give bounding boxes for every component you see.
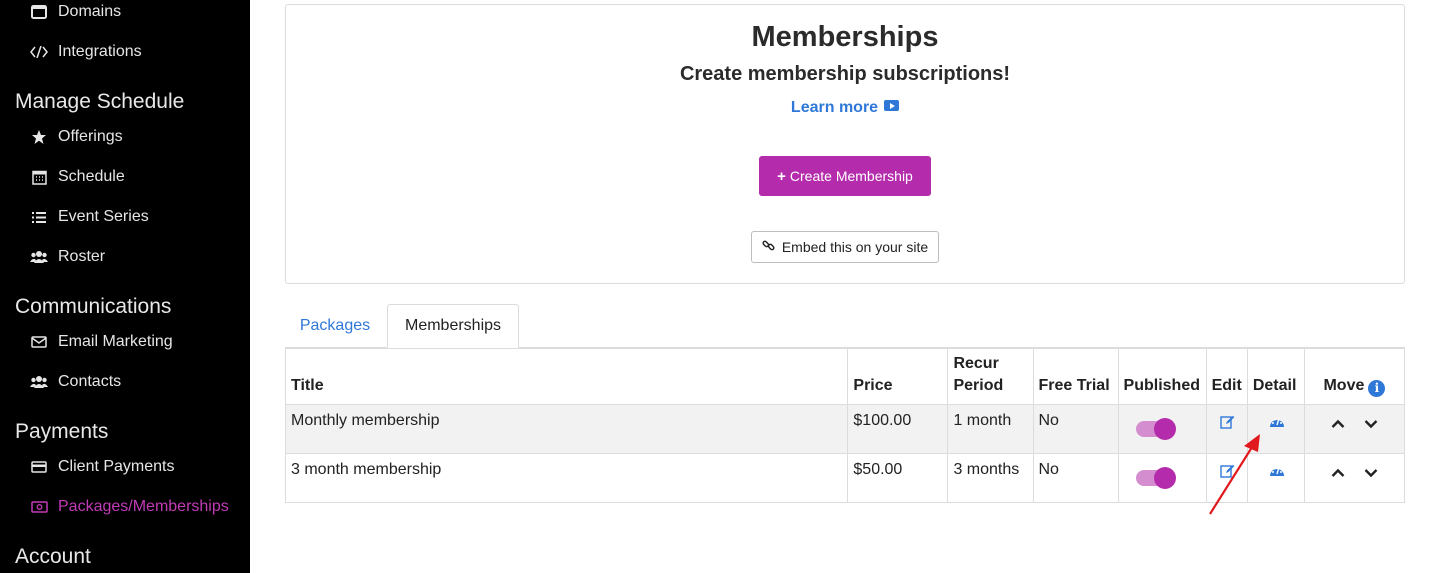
table-header-row: Title Price Recur Period Free Trial Publi… xyxy=(284,348,1406,405)
dashboard-icon[interactable] xyxy=(1269,415,1285,433)
cell-price: $100.00 xyxy=(847,404,949,454)
cell-free-trial: No xyxy=(1032,404,1119,454)
sidebar-item-label: Domains xyxy=(58,3,122,20)
list-icon xyxy=(30,208,48,226)
column-header-recur-period: Recur Period xyxy=(947,348,1034,405)
embed-label: Embed this on your site xyxy=(781,239,929,255)
column-header-detail: Detail xyxy=(1246,348,1305,405)
sidebar-item-event-series[interactable]: Event Series xyxy=(30,205,149,229)
cell-move xyxy=(1303,404,1406,454)
sidebar-item-label: Roster xyxy=(58,248,106,265)
table-row: Monthly membership $100.00 1 month No xyxy=(284,404,1406,454)
cell-price: $50.00 xyxy=(847,453,949,503)
column-header-title: Title xyxy=(284,348,849,405)
sidebar-item-label: Email Marketing xyxy=(58,333,173,350)
column-header-published: Published xyxy=(1117,348,1207,405)
recur-label: Recur xyxy=(953,355,999,372)
sidebar-item-contacts[interactable]: Contacts xyxy=(30,370,121,394)
page-subtitle: Create membership subscriptions! xyxy=(679,63,1011,85)
sidebar-item-client-payments[interactable]: Client Payments xyxy=(30,455,175,479)
cell-recur: 1 month xyxy=(947,404,1034,454)
learn-more-link[interactable]: Learn more xyxy=(286,99,1404,117)
tab-memberships[interactable]: Memberships xyxy=(387,304,519,348)
dashboard-icon[interactable] xyxy=(1269,464,1285,482)
calendar-icon xyxy=(30,168,48,186)
users-icon xyxy=(30,373,48,391)
cell-published xyxy=(1117,453,1207,503)
link-icon xyxy=(762,239,775,255)
video-play-icon[interactable] xyxy=(884,100,900,112)
star-icon xyxy=(30,128,48,146)
section-manage-schedule: Manage Schedule xyxy=(15,90,185,113)
cell-published xyxy=(1117,404,1207,454)
window-icon xyxy=(30,3,48,21)
sidebar-item-packages-memberships[interactable]: Packages/Memberships xyxy=(30,495,229,519)
period-label: Period xyxy=(953,377,1004,394)
money-bill-icon xyxy=(30,498,48,516)
cell-edit xyxy=(1205,404,1248,454)
toggle-knob xyxy=(1153,418,1176,440)
cell-detail xyxy=(1246,453,1305,503)
envelope-icon xyxy=(30,333,48,351)
learn-more-label[interactable]: Learn more xyxy=(791,99,878,116)
column-header-free-trial: Free Trial xyxy=(1032,348,1119,405)
page-title: Memberships xyxy=(751,21,939,53)
column-header-price: Price xyxy=(847,348,949,405)
sidebar-item-label: Integrations xyxy=(58,43,142,60)
credit-card-icon xyxy=(30,458,48,476)
cell-detail xyxy=(1246,404,1305,454)
column-header-edit: Edit xyxy=(1205,348,1248,405)
create-membership-button[interactable]: + Create Membership xyxy=(759,156,931,196)
sidebar-item-email-marketing[interactable]: Email Marketing xyxy=(30,330,173,354)
published-toggle[interactable] xyxy=(1135,467,1176,489)
sidebar-item-label: Packages/Memberships xyxy=(58,498,229,515)
sidebar-item-label: Schedule xyxy=(58,168,125,185)
sidebar-item-label: Event Series xyxy=(58,208,149,225)
cell-edit xyxy=(1205,453,1248,503)
move-label: Move xyxy=(1323,377,1365,394)
memberships-header-card: Memberships Create membership subscripti… xyxy=(285,4,1405,284)
cell-title: Monthly membership xyxy=(284,404,849,454)
sidebar-item-domains[interactable]: Domains xyxy=(30,0,121,24)
sidebar-item-roster[interactable]: Roster xyxy=(30,245,105,269)
sidebar-item-integrations[interactable]: Integrations xyxy=(30,40,142,64)
move-down-icon[interactable] xyxy=(1364,465,1378,483)
sidebar-item-label: Offerings xyxy=(58,128,123,145)
tab-packages[interactable]: Packages xyxy=(285,304,385,348)
cell-move xyxy=(1303,453,1406,503)
edit-icon[interactable] xyxy=(1219,464,1235,483)
move-down-icon[interactable] xyxy=(1364,416,1378,434)
published-toggle[interactable] xyxy=(1135,418,1176,440)
embed-on-site-button[interactable]: Embed this on your site xyxy=(751,231,939,263)
cell-free-trial: No xyxy=(1032,453,1119,503)
move-up-icon[interactable] xyxy=(1331,416,1345,434)
sidebar-item-label: Client Payments xyxy=(58,458,175,475)
cell-recur: 3 months xyxy=(947,453,1034,503)
section-account: Account xyxy=(15,545,91,568)
table-row: 3 month membership $50.00 3 months No xyxy=(284,453,1406,503)
move-up-icon[interactable] xyxy=(1331,465,1345,483)
section-payments: Payments xyxy=(15,420,109,443)
column-header-move: Move i xyxy=(1303,348,1406,405)
sidebar-item-label: Contacts xyxy=(58,373,122,390)
code-icon xyxy=(30,43,48,61)
toggle-knob xyxy=(1153,467,1176,489)
sidebar-item-offerings[interactable]: Offerings xyxy=(30,125,123,149)
section-communications: Communications xyxy=(15,295,172,318)
users-icon xyxy=(30,248,48,266)
edit-icon[interactable] xyxy=(1219,415,1235,434)
cell-title: 3 month membership xyxy=(284,453,849,503)
plus-icon: + xyxy=(777,167,786,185)
sidebar: Domains Integrations Manage Schedule Off… xyxy=(0,0,250,573)
create-membership-label: Create Membership xyxy=(789,168,913,184)
sidebar-item-schedule[interactable]: Schedule xyxy=(30,165,125,189)
memberships-table: Title Price Recur Period Free Trial Publi… xyxy=(284,348,1406,503)
info-icon[interactable]: i xyxy=(1368,380,1386,397)
